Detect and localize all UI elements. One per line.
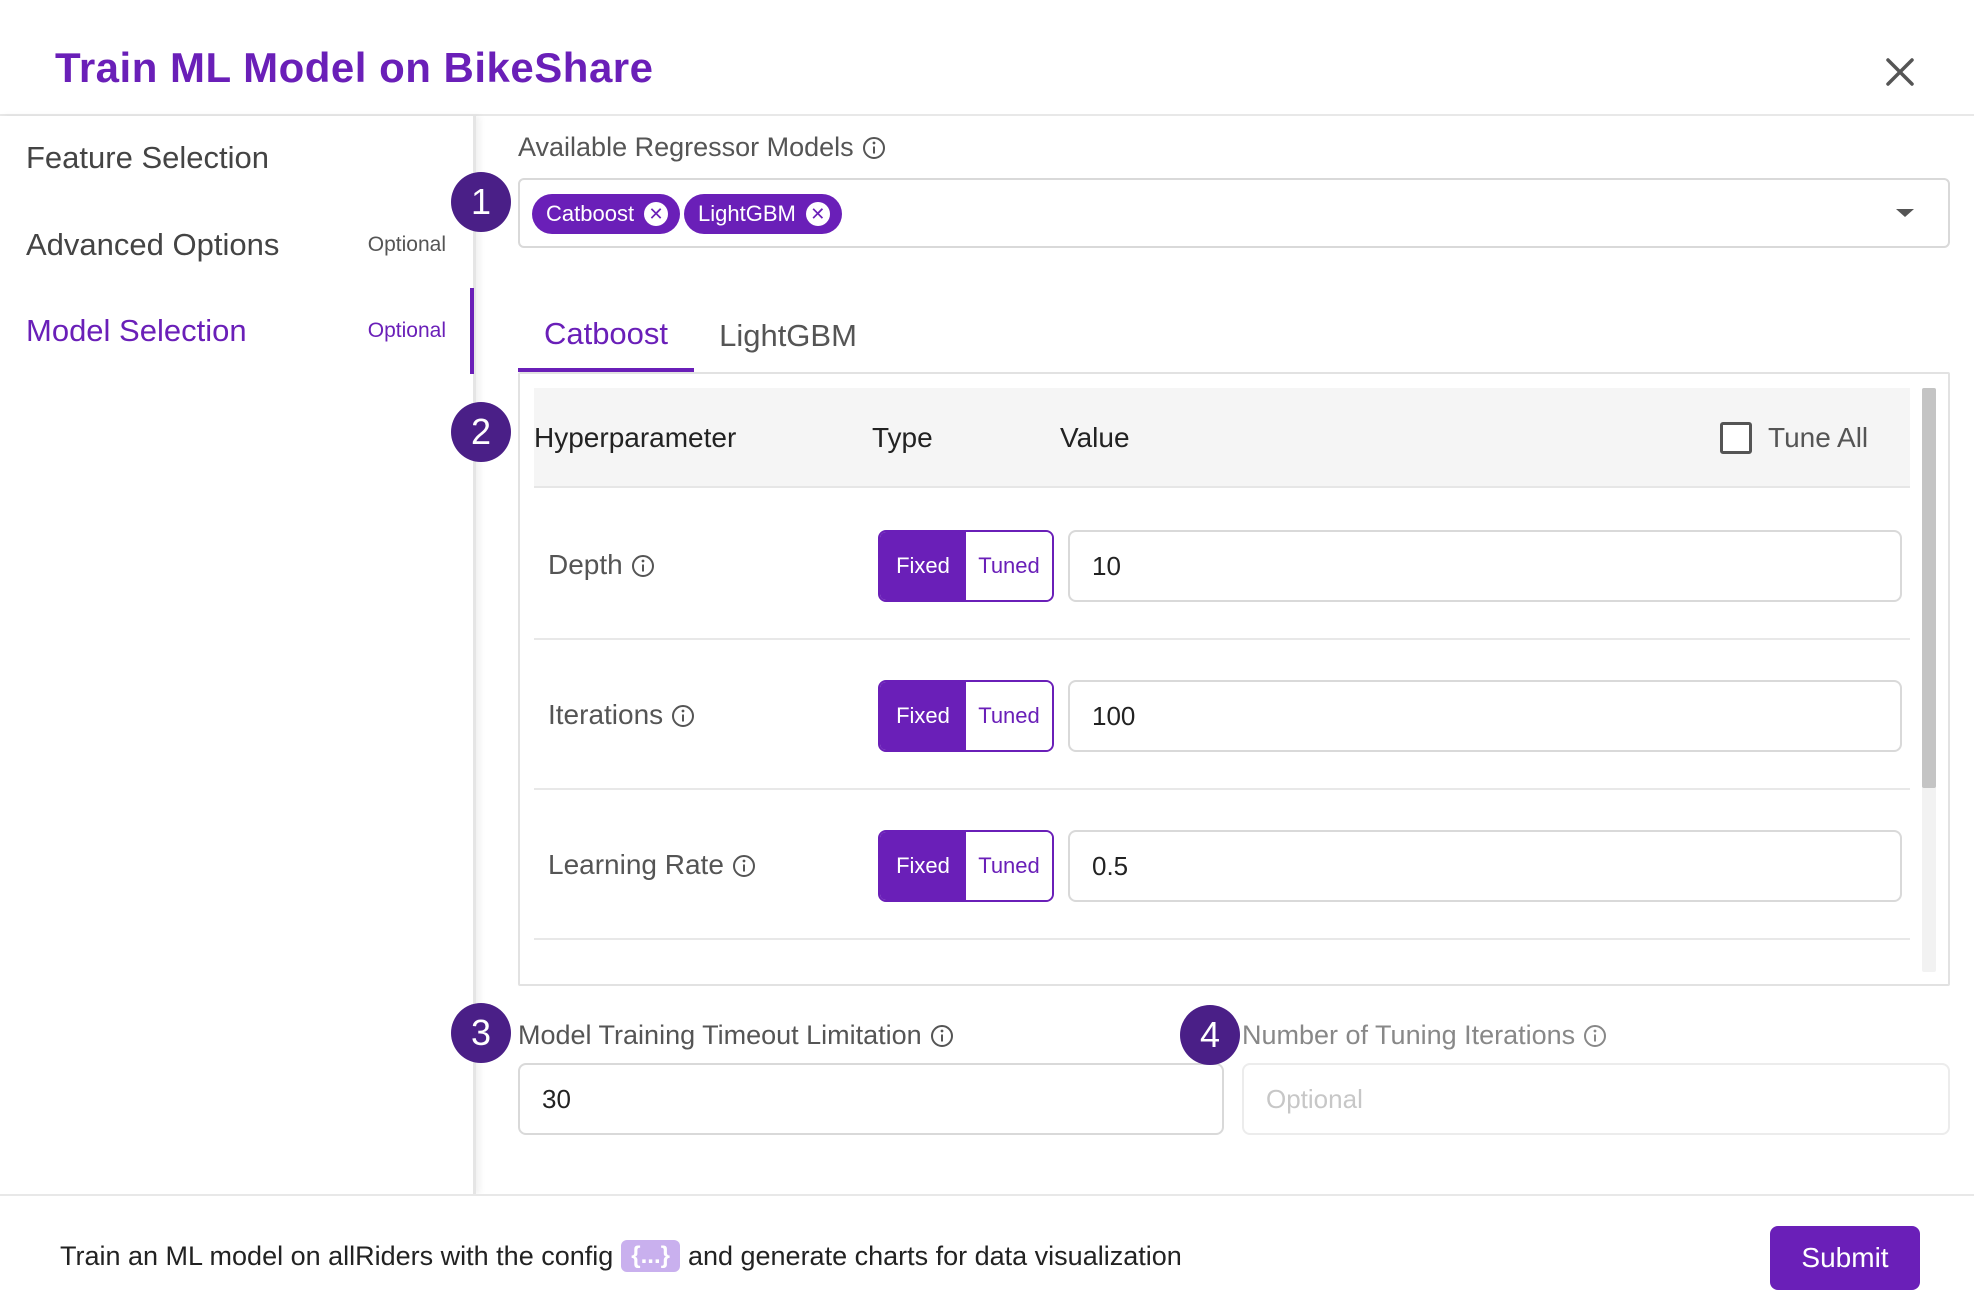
tuning-iterations-input[interactable]	[1242, 1063, 1950, 1135]
param-name-text: Learning Rate	[548, 849, 724, 880]
sidebar-item-advanced-options[interactable]: Advanced Options Optional	[26, 215, 476, 275]
scrollbar[interactable]	[1922, 388, 1936, 972]
table-row: Depth Fixed Tuned	[534, 490, 1910, 640]
type-toggle: Fixed Tuned	[878, 530, 1054, 602]
tuning-iterations-field-label: Number of Tuning Iterations	[1242, 1020, 1607, 1051]
type-toggle: Fixed Tuned	[878, 830, 1054, 902]
tuned-option[interactable]: Tuned	[966, 532, 1052, 600]
close-icon[interactable]	[1878, 50, 1922, 94]
fixed-option[interactable]: Fixed	[880, 532, 966, 600]
dialog-footer: Train an ML model on allRiders with the …	[0, 1194, 1974, 1316]
table-header: Hyperparameter Type Value Tune All	[534, 388, 1910, 488]
chip-remove-icon[interactable]: ✕	[644, 202, 669, 226]
models-field-label-text: Available Regressor Models	[518, 132, 854, 162]
type-toggle: Fixed Tuned	[878, 680, 1054, 752]
chip-remove-icon[interactable]: ✕	[805, 202, 830, 226]
step-badge-1: 1	[451, 172, 511, 232]
tuned-option[interactable]: Tuned	[966, 832, 1052, 900]
scrollbar-thumb[interactable]	[1922, 388, 1936, 788]
info-icon[interactable]	[732, 853, 756, 877]
header-value: Value	[1060, 422, 1130, 453]
step-badge-2: 2	[451, 402, 511, 462]
fixed-option[interactable]: Fixed	[880, 682, 966, 750]
chip-label: Catboost	[546, 201, 635, 226]
header-hyperparameter: Hyperparameter	[534, 422, 737, 453]
param-name: Learning Rate	[548, 790, 756, 940]
param-name: Depth	[548, 490, 655, 640]
dialog-header: Train ML Model on BikeShare	[0, 0, 1974, 116]
fixed-option[interactable]: Fixed	[880, 832, 966, 900]
hyperparameter-panel: Hyperparameter Type Value Tune All Depth…	[518, 372, 1950, 986]
table-row: Learning Rate Fixed Tuned	[534, 790, 1910, 940]
step-badge-4: 4	[1180, 1005, 1240, 1065]
info-icon[interactable]	[631, 553, 655, 577]
timeout-input[interactable]	[518, 1063, 1224, 1135]
chevron-down-icon[interactable]	[1890, 198, 1920, 228]
sidebar	[0, 116, 476, 1194]
step-badge-3: 3	[451, 1003, 511, 1063]
sidebar-item-feature-selection[interactable]: Feature Selection	[26, 128, 476, 188]
tune-all-label: Tune All	[1768, 422, 1869, 453]
footer-description: Train an ML model on allRiders with the …	[60, 1240, 1182, 1272]
timeout-field-label-text: Model Training Timeout Limitation	[518, 1020, 922, 1050]
sidebar-active-indicator	[470, 288, 474, 374]
sidebar-item-label: Advanced Options	[26, 227, 280, 262]
learning-rate-value-input[interactable]	[1068, 830, 1902, 902]
model-chip-lightgbm[interactable]: LightGBM ✕	[684, 194, 842, 234]
config-pill[interactable]: {...}	[621, 1240, 680, 1272]
depth-value-input[interactable]	[1068, 530, 1902, 602]
checkbox-box[interactable]	[1720, 422, 1752, 454]
footer-text-before: Train an ML model on allRiders with the …	[60, 1240, 614, 1271]
info-icon[interactable]	[862, 136, 886, 160]
dialog-title: Train ML Model on BikeShare	[55, 44, 654, 91]
sidebar-item-label: Feature Selection	[26, 140, 269, 175]
info-icon[interactable]	[1583, 1024, 1607, 1048]
train-model-dialog: Train ML Model on BikeShare Feature Sele…	[0, 0, 1974, 1316]
tuned-option[interactable]: Tuned	[966, 682, 1052, 750]
info-icon[interactable]	[930, 1024, 954, 1048]
sidebar-item-label: Model Selection	[26, 313, 247, 348]
submit-button[interactable]: Submit	[1770, 1226, 1920, 1290]
timeout-field-label: Model Training Timeout Limitation	[518, 1020, 954, 1051]
footer-text-after: and generate charts for data visualizati…	[687, 1240, 1182, 1271]
sidebar-item-optional: Optional	[367, 319, 446, 342]
iterations-value-input[interactable]	[1068, 680, 1902, 752]
header-type: Type	[872, 422, 933, 453]
param-name-text: Iterations	[548, 699, 664, 730]
sidebar-item-model-selection[interactable]: Model Selection Optional	[26, 301, 476, 361]
models-multiselect[interactable]: Catboost ✕ LightGBM ✕	[518, 178, 1950, 248]
table-row: Iterations Fixed Tuned	[534, 640, 1910, 790]
param-name-text: Depth	[548, 549, 623, 580]
tune-all-checkbox[interactable]: Tune All	[1720, 388, 1868, 488]
tuning-iterations-field-label-text: Number of Tuning Iterations	[1242, 1020, 1576, 1050]
tab-catboost[interactable]: Catboost	[518, 300, 694, 372]
models-field-label: Available Regressor Models	[518, 132, 886, 163]
chip-label: LightGBM	[698, 201, 796, 226]
model-chip-catboost[interactable]: Catboost ✕	[532, 194, 681, 234]
tab-lightgbm[interactable]: LightGBM	[708, 300, 868, 372]
sidebar-item-optional: Optional	[367, 233, 446, 256]
info-icon[interactable]	[671, 703, 695, 727]
param-name: Iterations	[548, 640, 695, 790]
